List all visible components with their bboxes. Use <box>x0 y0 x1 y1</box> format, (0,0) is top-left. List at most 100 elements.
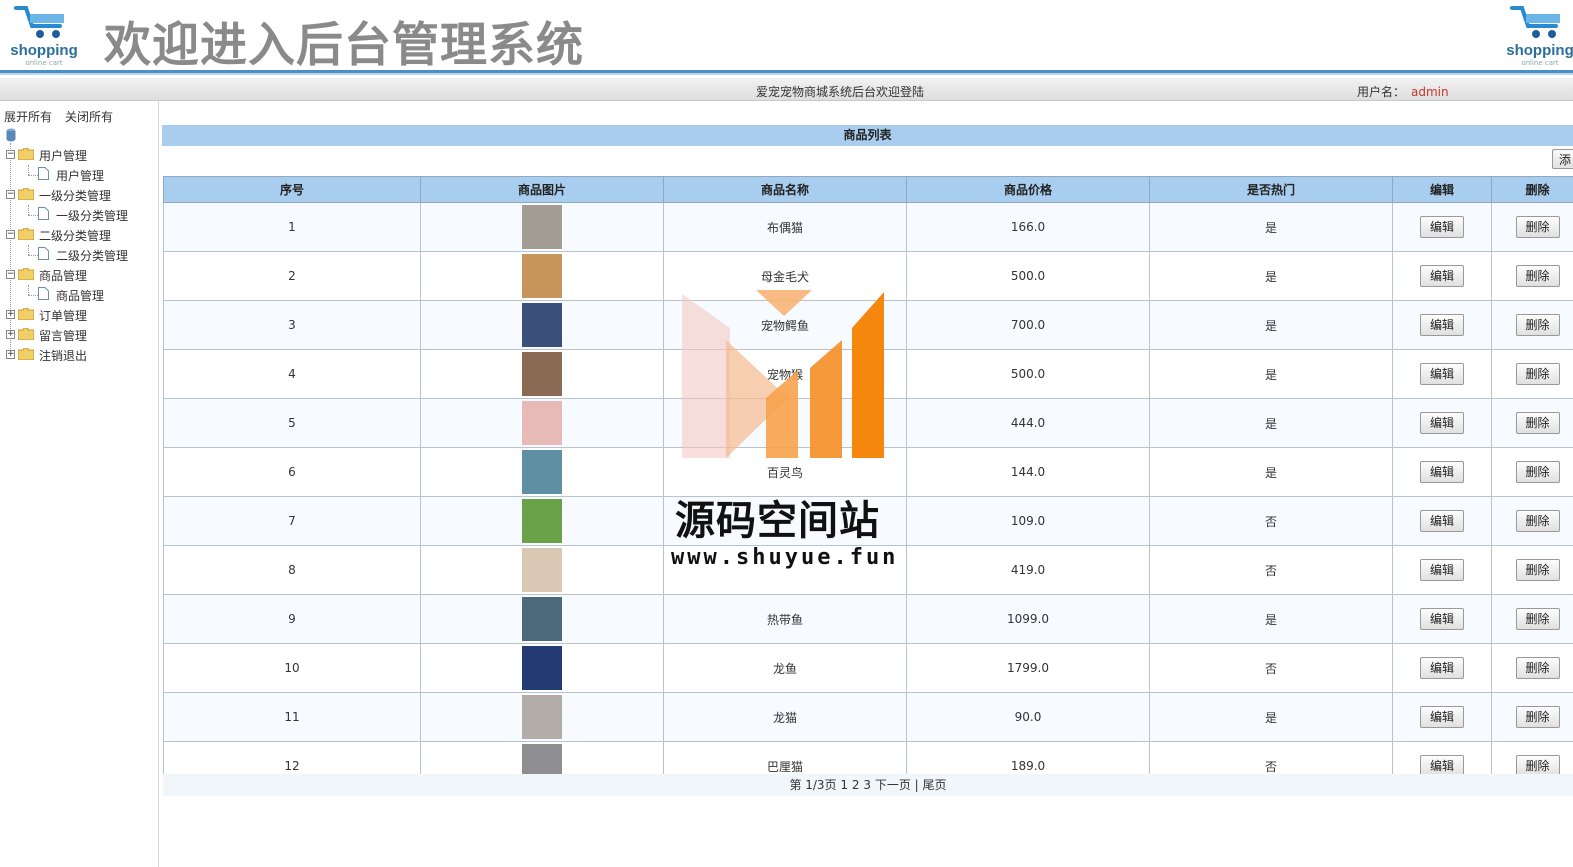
edit-button[interactable]: 编辑 <box>1420 363 1464 385</box>
table-header-row: 序号 商品图片 商品名称 商品价格 是否热门 编辑 删除 <box>163 176 1573 203</box>
expand-toggle-icon[interactable]: + <box>6 350 15 359</box>
cell-hot: 否 <box>1149 643 1393 693</box>
cell-image <box>420 447 664 497</box>
column-header: 序号 <box>163 176 421 203</box>
menu-group-label: 二级分类管理 <box>39 229 112 243</box>
cell-price: 700.0 <box>906 300 1150 350</box>
product-thumbnail <box>522 254 562 298</box>
delete-button[interactable]: 删除 <box>1515 412 1560 434</box>
cell-name: 宠物鳄鱼 <box>663 300 907 350</box>
edit-button[interactable]: 编辑 <box>1420 216 1464 238</box>
cell-hot: 是 <box>1149 349 1393 399</box>
cell-price: 500.0 <box>906 349 1150 399</box>
cell-no: 2 <box>163 251 421 301</box>
table-row: 10 龙鱼 1799.0 否 编辑 删除 <box>163 643 1573 693</box>
delete-button[interactable]: 删除 <box>1515 559 1560 581</box>
delete-button[interactable]: 删除 <box>1515 363 1560 385</box>
edit-button[interactable]: 编辑 <box>1420 265 1464 287</box>
delete-button[interactable]: 删除 <box>1515 461 1560 483</box>
cell-edit: 编辑 <box>1392 692 1492 742</box>
cell-delete: 删除 <box>1491 692 1573 742</box>
cell-delete: 删除 <box>1491 398 1573 448</box>
cell-edit: 编辑 <box>1392 545 1492 595</box>
collapse-toggle-icon[interactable]: − <box>6 270 15 279</box>
page-link-1[interactable]: 1 <box>840 778 848 792</box>
menu-item-label: 商品管理 <box>56 289 105 303</box>
collapse-all-link[interactable]: 关闭所有 <box>65 108 113 125</box>
cell-no: 8 <box>163 545 421 595</box>
table-row: 1 布偶猫 166.0 是 编辑 删除 <box>163 202 1573 252</box>
cell-name <box>663 398 907 448</box>
edit-button[interactable]: 编辑 <box>1420 314 1464 336</box>
page-link-2[interactable]: 2 <box>852 778 860 792</box>
column-header: 商品图片 <box>420 176 664 203</box>
cell-price: 419.0 <box>906 545 1150 595</box>
cell-edit: 编辑 <box>1392 349 1492 399</box>
delete-button[interactable]: 删除 <box>1515 657 1560 679</box>
column-header: 商品价格 <box>906 176 1150 203</box>
product-thumbnail <box>522 352 562 396</box>
cell-delete: 删除 <box>1491 643 1573 693</box>
page-icon <box>38 167 49 180</box>
pager-separator: | <box>914 778 919 792</box>
logo-subtext: online cart <box>25 59 63 67</box>
cell-hot: 是 <box>1149 398 1393 448</box>
welcome-message: 爱宠宠物商城系统后台欢迎登陆 <box>755 85 924 99</box>
folder-open-icon <box>18 148 34 160</box>
shopping-logo-right: shopping online cart <box>1498 2 1573 67</box>
shopping-cart-icon <box>1510 6 1560 38</box>
delete-button[interactable]: 删除 <box>1515 608 1560 630</box>
product-thumbnail <box>522 646 562 690</box>
collapse-toggle-icon[interactable]: − <box>6 190 15 199</box>
next-page-link[interactable]: 下一页 <box>875 778 911 792</box>
last-page-link[interactable]: 尾页 <box>923 778 947 792</box>
page-icon <box>38 247 49 260</box>
cell-image <box>420 594 664 644</box>
cell-image <box>420 300 664 350</box>
cell-edit: 编辑 <box>1392 643 1492 693</box>
edit-button[interactable]: 编辑 <box>1420 461 1464 483</box>
shopping-cart-icon <box>14 6 64 38</box>
expand-toggle-icon[interactable]: + <box>6 330 15 339</box>
header: shopping online cart 欢迎进入后台管理系统 shopping… <box>0 0 1573 73</box>
page-link-3[interactable]: 3 <box>863 778 871 792</box>
folder-icon <box>18 348 34 360</box>
edit-button[interactable]: 编辑 <box>1420 559 1464 581</box>
cell-no: 1 <box>163 202 421 252</box>
cell-hot: 是 <box>1149 251 1393 301</box>
add-product-button[interactable]: 添 <box>1552 149 1573 169</box>
cell-hot: 是 <box>1149 594 1393 644</box>
main-content: 商品列表 添 序号 商品图片 商品名称 商品价格 是否热门 编辑 删除 1 布偶猫… <box>160 101 1573 867</box>
delete-button[interactable]: 删除 <box>1515 510 1560 532</box>
product-thumbnail <box>522 303 562 347</box>
column-header: 删除 <box>1491 176 1573 203</box>
collapse-toggle-icon[interactable]: − <box>6 230 15 239</box>
cell-name: 热带鱼 <box>663 594 907 644</box>
edit-button[interactable]: 编辑 <box>1420 608 1464 630</box>
cell-price: 500.0 <box>906 251 1150 301</box>
collapse-toggle-icon[interactable]: − <box>6 150 15 159</box>
edit-button[interactable]: 编辑 <box>1420 412 1464 434</box>
menu-item-label: 用户管理 <box>56 169 105 183</box>
edit-button[interactable]: 编辑 <box>1420 510 1464 532</box>
tree-guide <box>28 175 38 176</box>
page-icon <box>38 207 49 220</box>
edit-button[interactable]: 编辑 <box>1420 657 1464 679</box>
tree-guide <box>28 205 29 215</box>
delete-button[interactable]: 删除 <box>1515 265 1560 287</box>
folder-open-icon <box>18 228 34 240</box>
tree-guide <box>28 255 38 256</box>
edit-button[interactable]: 编辑 <box>1420 706 1464 728</box>
watermark-url: www.shuyue.fun <box>671 545 899 570</box>
cell-image <box>420 496 664 546</box>
expand-all-link[interactable]: 展开所有 <box>4 108 52 125</box>
folder-icon <box>18 328 34 340</box>
delete-button[interactable]: 删除 <box>1515 706 1560 728</box>
watermark-title: 源码空间站 <box>675 498 880 544</box>
menu-group-label: 订单管理 <box>39 309 88 323</box>
tree-guide <box>28 295 38 296</box>
expand-toggle-icon[interactable]: + <box>6 310 15 319</box>
delete-button[interactable]: 删除 <box>1515 314 1560 336</box>
cell-image <box>420 349 664 399</box>
delete-button[interactable]: 删除 <box>1515 216 1560 238</box>
